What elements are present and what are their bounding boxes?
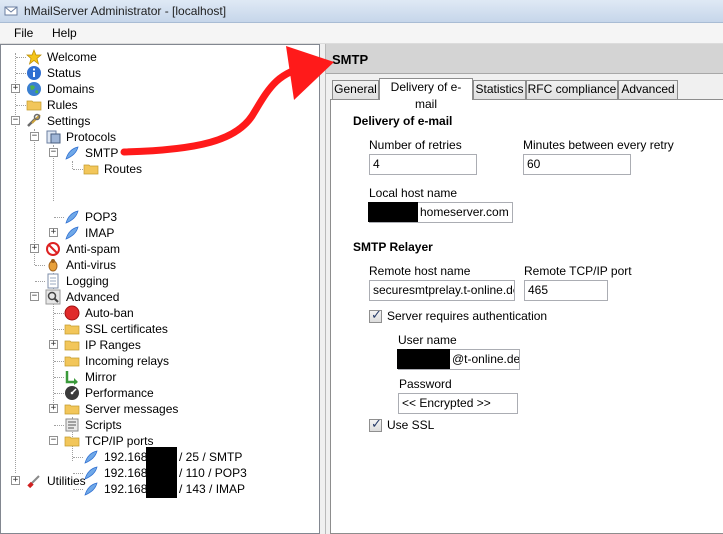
collapse-icon[interactable]: −	[30, 132, 39, 141]
tree-line	[73, 457, 83, 458]
expand-icon[interactable]: +	[11, 476, 20, 485]
hostname-label: Local host name	[369, 186, 458, 200]
remote-port-label: Remote TCP/IP port	[524, 264, 632, 278]
title-bar: hMailServer Administrator - [localhost]	[0, 0, 723, 23]
folder-icon	[64, 324, 80, 335]
info-icon	[27, 66, 41, 80]
tree-line	[73, 169, 83, 170]
menu-file[interactable]: File	[14, 26, 33, 40]
panel-header: SMTP	[326, 44, 723, 74]
tree-line	[16, 57, 26, 58]
minutes-label: Minutes between every retry	[523, 138, 674, 152]
collapse-icon[interactable]: −	[49, 148, 58, 157]
use-ssl-label: Use SSL	[387, 418, 435, 432]
tree-line	[35, 265, 45, 266]
username-label: User name	[398, 333, 457, 347]
settings-panel: SMTP General Delivery of e-mail Statisti…	[325, 44, 723, 534]
retries-label: Number of retries	[369, 138, 462, 152]
tree-line	[72, 161, 73, 169]
tree-line	[54, 393, 64, 394]
protocols-icon	[46, 130, 61, 144]
gauge-icon	[65, 386, 79, 400]
expand-icon[interactable]: +	[30, 244, 39, 253]
section-relayer: SMTP Relayer	[353, 240, 433, 254]
folder-icon	[64, 404, 80, 415]
bug-icon	[48, 259, 58, 272]
menu-bar: File Help	[0, 23, 723, 44]
feather-icon	[65, 226, 79, 240]
tree-line	[54, 425, 64, 426]
remote-port-input[interactable]: 465	[524, 280, 608, 301]
tree-line	[54, 361, 64, 362]
feather-icon	[84, 450, 98, 464]
tree-line	[54, 313, 64, 314]
collapse-icon[interactable]: −	[11, 116, 20, 125]
window-title: hMailServer Administrator - [localhost]	[24, 4, 227, 18]
collapse-icon[interactable]: −	[30, 292, 39, 301]
folder-icon	[26, 100, 42, 111]
collapse-icon[interactable]: −	[49, 436, 58, 445]
tab-statistics[interactable]: Statistics	[473, 80, 526, 99]
stop-icon	[64, 305, 80, 321]
script-icon	[65, 418, 79, 432]
check-mark-icon: ✓	[371, 308, 382, 323]
password-input[interactable]: << Encrypted >>	[398, 393, 518, 414]
tab-advanced[interactable]: Advanced	[618, 80, 678, 99]
expand-icon[interactable]: +	[49, 340, 58, 349]
tree-line	[16, 73, 26, 74]
section-delivery: Delivery of e-mail	[353, 114, 453, 128]
tab-rfc-compliance[interactable]: RFC compliance	[526, 80, 618, 99]
no-entry-icon	[46, 242, 60, 256]
navigation-tree[interactable]: Welcome Status + Domains Rules − Setting…	[0, 44, 320, 534]
tree-line	[54, 329, 64, 330]
tree-line	[16, 105, 26, 106]
folder-icon	[83, 164, 99, 175]
panel-title: SMTP	[332, 52, 369, 67]
auth-checkbox[interactable]: ✓	[369, 308, 382, 323]
tree-line	[54, 217, 64, 218]
tree-line	[73, 489, 83, 490]
feather-icon	[65, 146, 79, 160]
document-icon	[47, 273, 59, 289]
tab-delivery[interactable]: Delivery of e-mail	[379, 78, 473, 111]
remote-host-label: Remote host name	[369, 264, 471, 278]
feather-icon	[65, 210, 79, 224]
check-mark-icon: ✓	[371, 417, 382, 432]
tab-content-delivery: Delivery of e-mail Number of retries 4 M…	[330, 99, 723, 534]
folder-icon	[64, 436, 80, 447]
tree-line	[35, 281, 45, 282]
expand-icon[interactable]: +	[49, 228, 58, 237]
folder-icon	[64, 340, 80, 351]
magnifier-icon	[45, 289, 61, 305]
star-icon	[26, 49, 42, 65]
tree-line	[54, 377, 64, 378]
tab-general[interactable]: General	[332, 80, 379, 99]
remote-host-input[interactable]: securesmtprelay.t-online.de	[369, 280, 515, 301]
menu-help[interactable]: Help	[52, 26, 77, 40]
auth-label: Server requires authentication	[387, 309, 548, 323]
globe-icon	[27, 82, 41, 96]
minutes-input[interactable]: 60	[523, 154, 631, 175]
use-ssl-checkbox[interactable]: ✓	[369, 417, 382, 432]
tools-icon	[27, 113, 41, 127]
password-label: Password	[399, 377, 452, 391]
mirror-arrow-icon	[65, 371, 78, 385]
redacted-block	[397, 349, 450, 369]
folder-icon	[64, 356, 80, 367]
retries-input[interactable]: 4	[369, 154, 477, 175]
redacted-block	[368, 202, 418, 222]
expand-icon[interactable]: +	[11, 84, 20, 93]
knife-icon	[27, 475, 40, 489]
expand-icon[interactable]: +	[49, 404, 58, 413]
app-envelope-icon	[4, 6, 18, 16]
redacted-block	[146, 479, 177, 498]
